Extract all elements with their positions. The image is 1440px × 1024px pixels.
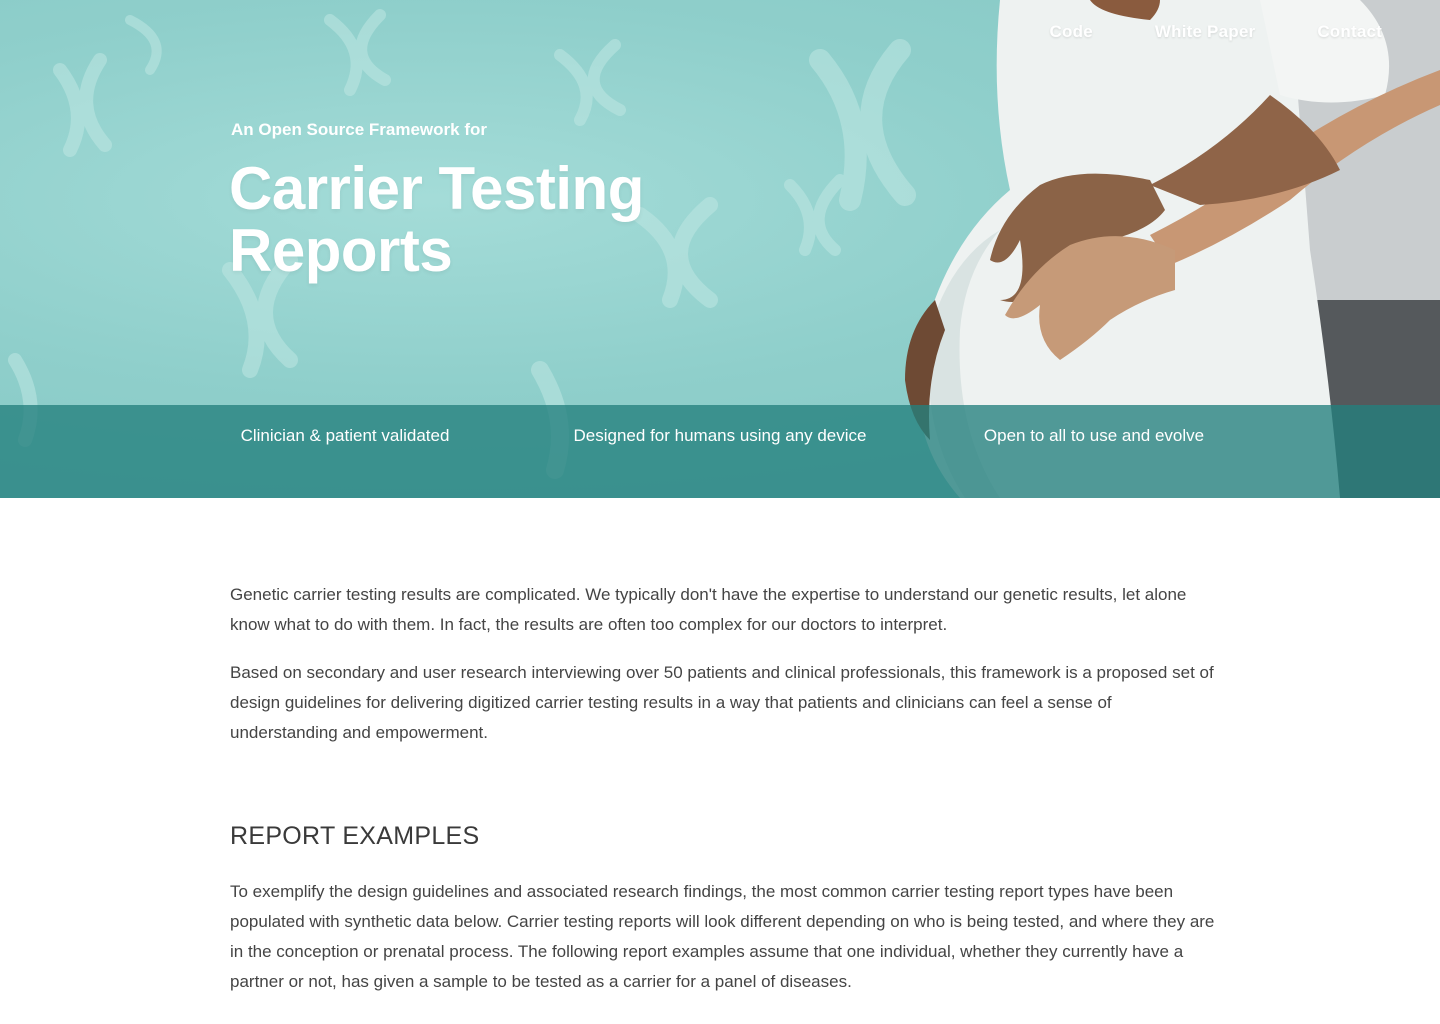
nav-link-code[interactable]: Code bbox=[1050, 22, 1093, 42]
feature-any-device: Designed for humans using any device bbox=[573, 426, 867, 445]
feature-band bbox=[0, 405, 1440, 498]
intro-paragraph-2: Based on secondary and user research int… bbox=[230, 663, 1214, 742]
section-heading-report-examples: REPORT EXAMPLES bbox=[230, 822, 480, 850]
nav-link-white-paper[interactable]: White Paper bbox=[1155, 22, 1255, 42]
report-examples-paragraph: To exemplify the design guidelines and a… bbox=[230, 882, 1215, 991]
intro-paragraph-1: Genetic carrier testing results are comp… bbox=[230, 585, 1187, 634]
hero-banner: Code White Paper Contact An Open Source … bbox=[0, 0, 1440, 498]
main-content: Genetic carrier testing results are comp… bbox=[230, 580, 1215, 1015]
feature-validated: Clinician & patient validated bbox=[240, 426, 450, 445]
feature-open: Open to all to use and evolve bbox=[983, 426, 1205, 445]
page-title: Carrier Testing Reports bbox=[229, 155, 644, 284]
hero-eyebrow: An Open Source Framework for bbox=[231, 120, 487, 139]
nav-link-contact[interactable]: Contact bbox=[1317, 22, 1382, 42]
top-nav: Code White Paper Contact bbox=[1050, 22, 1382, 42]
